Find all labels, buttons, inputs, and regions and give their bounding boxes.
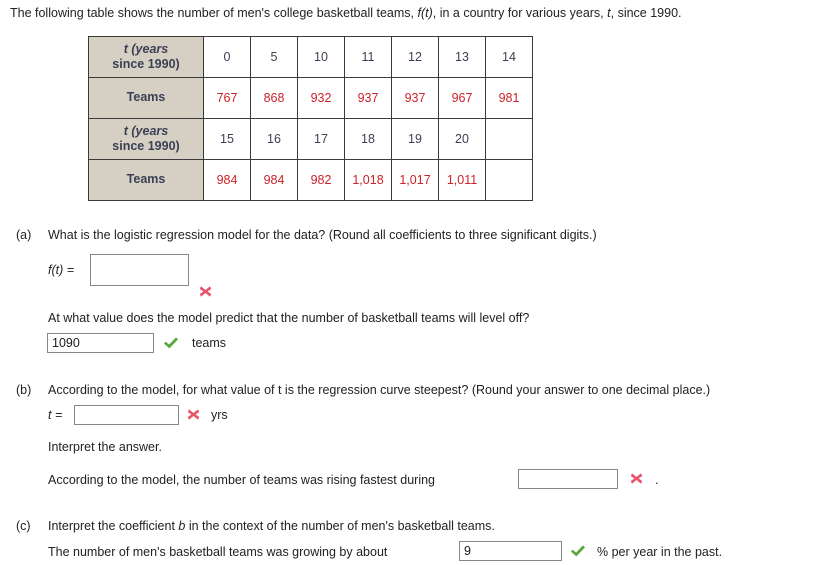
cell-t: 17 [297, 118, 345, 160]
intro-text-part3: , since 1990. [610, 6, 682, 20]
part-a-ft-label: f(t) = [48, 263, 74, 277]
part-b-t-input[interactable] [74, 405, 179, 425]
cell-t: 16 [250, 118, 298, 160]
cell-teams-empty [485, 159, 533, 201]
cell-t: 18 [344, 118, 392, 160]
part-b-interpret-input[interactable] [518, 469, 618, 489]
part-a-ft-input[interactable] [90, 254, 189, 286]
cell-t: 14 [485, 36, 533, 78]
part-a-leveloff-question: At what value does the model predict tha… [48, 311, 530, 325]
row-header-t-line2: since 1990) [112, 139, 180, 153]
part-b-interpret-heading: Interpret the answer. [48, 440, 162, 454]
intro-text-part2: , in a country for various years, [432, 6, 608, 20]
cell-t: 10 [297, 36, 345, 78]
part-b-question: According to the model, for what value o… [48, 383, 711, 397]
row-header-t-line2: since 1990) [112, 57, 180, 71]
intro-ft-symbol: f(t) [417, 6, 433, 20]
part-a-leveloff-correct-icon [163, 336, 179, 351]
part-b-t-label: t = [48, 408, 62, 422]
cell-t: 19 [391, 118, 439, 160]
intro-text-part1: The following table shows the number of … [10, 6, 418, 20]
part-a-ft-wrong-icon [198, 284, 213, 299]
part-b-interpret-period: . [655, 473, 659, 487]
cell-t: 13 [438, 36, 486, 78]
part-c-question: Interpret the coefficient b in the conte… [48, 519, 495, 533]
cell-teams: 932 [297, 77, 345, 119]
cell-teams: 984 [250, 159, 298, 201]
intro-sentence: The following table shows the number of … [10, 6, 682, 20]
part-c-question-post: in the context of the number of men's ba… [185, 519, 495, 533]
part-c-growth-correct-icon [570, 544, 586, 559]
cell-teams: 967 [438, 77, 486, 119]
cell-teams: 868 [250, 77, 298, 119]
basketball-teams-table: t (years since 1990) 0 5 10 11 12 13 14 T… [88, 36, 533, 201]
table-row-t-2: t (years since 1990) 15 16 17 18 19 20 [88, 118, 533, 160]
part-a-label: (a) [16, 228, 32, 242]
table-row-teams-2: Teams 984 984 982 1,018 1,017 1,011 [88, 159, 533, 201]
row-header-t-line1: t (years [123, 123, 169, 138]
cell-teams: 1,011 [438, 159, 486, 201]
part-c-label: (c) [16, 519, 31, 533]
cell-t: 0 [203, 36, 251, 78]
row-header-t-2: t (years since 1990) [88, 118, 204, 160]
part-a-question: What is the logistic regression model fo… [48, 228, 597, 242]
table-row-t-1: t (years since 1990) 0 5 10 11 12 13 14 [88, 36, 533, 78]
cell-teams: 937 [344, 77, 392, 119]
cell-teams: 981 [485, 77, 533, 119]
cell-t: 5 [250, 36, 298, 78]
part-b-label: (b) [16, 383, 32, 397]
row-header-teams-1: Teams [88, 77, 204, 119]
cell-teams: 767 [203, 77, 251, 119]
part-b-t-wrong-icon [186, 407, 201, 422]
part-c-growth-input[interactable] [459, 541, 562, 561]
cell-teams: 982 [297, 159, 345, 201]
cell-teams: 984 [203, 159, 251, 201]
part-b-interpret-wrong-icon [629, 471, 644, 486]
table-row-teams-1: Teams 767 868 932 937 937 967 981 [88, 77, 533, 119]
cell-t: 20 [438, 118, 486, 160]
cell-t: 11 [344, 36, 392, 78]
cell-t: 12 [391, 36, 439, 78]
cell-teams: 1,017 [391, 159, 439, 201]
cell-teams: 937 [391, 77, 439, 119]
part-a-leveloff-unit: teams [192, 336, 227, 350]
t-equals-text: t = [48, 408, 63, 422]
row-header-t-1: t (years since 1990) [88, 36, 204, 78]
part-a-leveloff-input[interactable] [47, 333, 154, 353]
row-header-t-line1: t (years [123, 41, 169, 56]
part-b-t-unit: yrs [211, 408, 228, 422]
part-c-growth-suffix: % per year in the past. [597, 545, 723, 559]
cell-teams: 1,018 [344, 159, 392, 201]
part-c-growth-text: The number of men's basketball teams was… [48, 545, 388, 559]
part-c-question-pre: Interpret the coefficient [48, 519, 179, 533]
cell-t-empty [485, 118, 533, 160]
cell-t: 15 [203, 118, 251, 160]
part-b-interpret-text: According to the model, the number of te… [48, 473, 435, 487]
row-header-teams-2: Teams [88, 159, 204, 201]
ft-equals-text: f(t) = [48, 263, 75, 277]
